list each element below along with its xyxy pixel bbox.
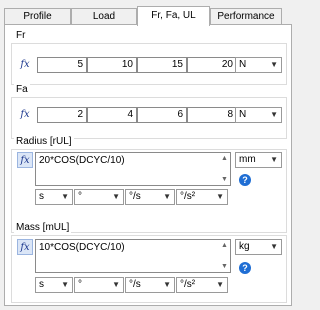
mass-time-unit: s — [39, 279, 44, 290]
radius-angle-unit: ° — [78, 191, 82, 202]
radius-velocity-unit-select[interactable]: °/s ▼ — [125, 189, 175, 205]
radius-angle-unit-select[interactable]: ° ▼ — [74, 189, 124, 205]
chevron-down-icon: ▼ — [61, 192, 69, 201]
tab-load[interactable]: Load — [71, 8, 137, 24]
scroll-down-icon[interactable]: ▼ — [220, 175, 229, 184]
scroll-down-icon[interactable]: ▼ — [220, 262, 229, 271]
mass-acceleration-unit: °/s² — [180, 279, 196, 290]
radius-time-unit-select[interactable]: s ▼ — [35, 189, 73, 205]
scroll-up-icon[interactable]: ▲ — [220, 154, 229, 163]
tab-panel: Fr fx 5 10 15 20 N ▼ Fa fx 2 4 6 8 N ▼ R… — [4, 24, 292, 306]
mass-velocity-unit-select[interactable]: °/s ▼ — [125, 277, 175, 293]
chevron-down-icon: ▼ — [163, 280, 171, 289]
mass-time-unit-select[interactable]: s ▼ — [35, 277, 73, 293]
fr-label: Fr — [14, 30, 28, 41]
radius-time-unit: s — [39, 191, 44, 202]
mass-angle-unit: ° — [78, 279, 82, 290]
mass-fx-icon[interactable]: fx — [17, 239, 33, 255]
fr-fx-icon[interactable]: fx — [17, 57, 33, 73]
chevron-down-icon: ▼ — [270, 110, 278, 119]
mass-acceleration-unit-select[interactable]: °/s² ▼ — [176, 277, 228, 293]
mass-label: Mass [mUL] — [14, 222, 72, 233]
fr-unit-select[interactable]: N ▼ — [235, 57, 282, 73]
chevron-down-icon: ▼ — [270, 155, 278, 164]
chevron-down-icon: ▼ — [112, 280, 120, 289]
mass-help-icon[interactable]: ? — [239, 262, 251, 274]
radius-acceleration-unit-select[interactable]: °/s² ▼ — [176, 189, 228, 205]
radius-acceleration-unit: °/s² — [180, 191, 196, 202]
tab-performance[interactable]: Performance — [210, 8, 282, 24]
fr-value-1[interactable]: 5 — [37, 57, 87, 73]
chevron-down-icon: ▼ — [61, 280, 69, 289]
chevron-down-icon: ▼ — [112, 192, 120, 201]
fa-fx-icon[interactable]: fx — [17, 107, 33, 123]
mass-angle-unit-select[interactable]: ° ▼ — [74, 277, 124, 293]
tab-bar: Profile Load Fr, Fa, UL Performance — [4, 6, 282, 26]
fa-unit-select[interactable]: N ▼ — [235, 107, 282, 123]
chevron-down-icon: ▼ — [216, 280, 224, 289]
radius-label: Radius [rUL] — [14, 136, 74, 147]
scroll-up-icon[interactable]: ▲ — [220, 241, 229, 250]
chevron-down-icon: ▼ — [270, 60, 278, 69]
radius-fx-icon[interactable]: fx — [17, 152, 33, 168]
fa-value-1[interactable]: 2 — [37, 107, 87, 123]
fr-value-2[interactable]: 10 — [87, 57, 137, 73]
chevron-down-icon: ▼ — [216, 192, 224, 201]
tab-fr-fa-ul[interactable]: Fr, Fa, UL — [137, 6, 210, 26]
mass-unit-select[interactable]: kg ▼ — [235, 239, 282, 255]
radius-unit-select[interactable]: mm ▼ — [235, 152, 282, 168]
radius-unit-value: mm — [239, 154, 256, 165]
fr-unit-value: N — [239, 59, 247, 70]
tab-profile[interactable]: Profile — [4, 8, 71, 24]
fa-value-4[interactable]: 8 — [187, 107, 237, 123]
mass-velocity-unit: °/s — [129, 279, 141, 290]
radius-expression-text: 20*COS(DCYC/10) — [39, 155, 125, 166]
radius-velocity-unit: °/s — [129, 191, 141, 202]
fa-label: Fa — [14, 84, 30, 95]
fr-value-3[interactable]: 15 — [137, 57, 187, 73]
fr-value-4[interactable]: 20 — [187, 57, 237, 73]
chevron-down-icon: ▼ — [270, 242, 278, 251]
mass-unit-value: kg — [239, 241, 250, 252]
mass-expression-input[interactable]: 10*COS(DCYC/10) ▲ ▼ — [35, 239, 231, 273]
fa-value-2[interactable]: 4 — [87, 107, 137, 123]
fa-value-3[interactable]: 6 — [137, 107, 187, 123]
radius-help-icon[interactable]: ? — [239, 174, 251, 186]
mass-expression-text: 10*COS(DCYC/10) — [39, 242, 125, 253]
fa-unit-value: N — [239, 109, 247, 120]
radius-expression-input[interactable]: 20*COS(DCYC/10) ▲ ▼ — [35, 152, 231, 186]
chevron-down-icon: ▼ — [163, 192, 171, 201]
